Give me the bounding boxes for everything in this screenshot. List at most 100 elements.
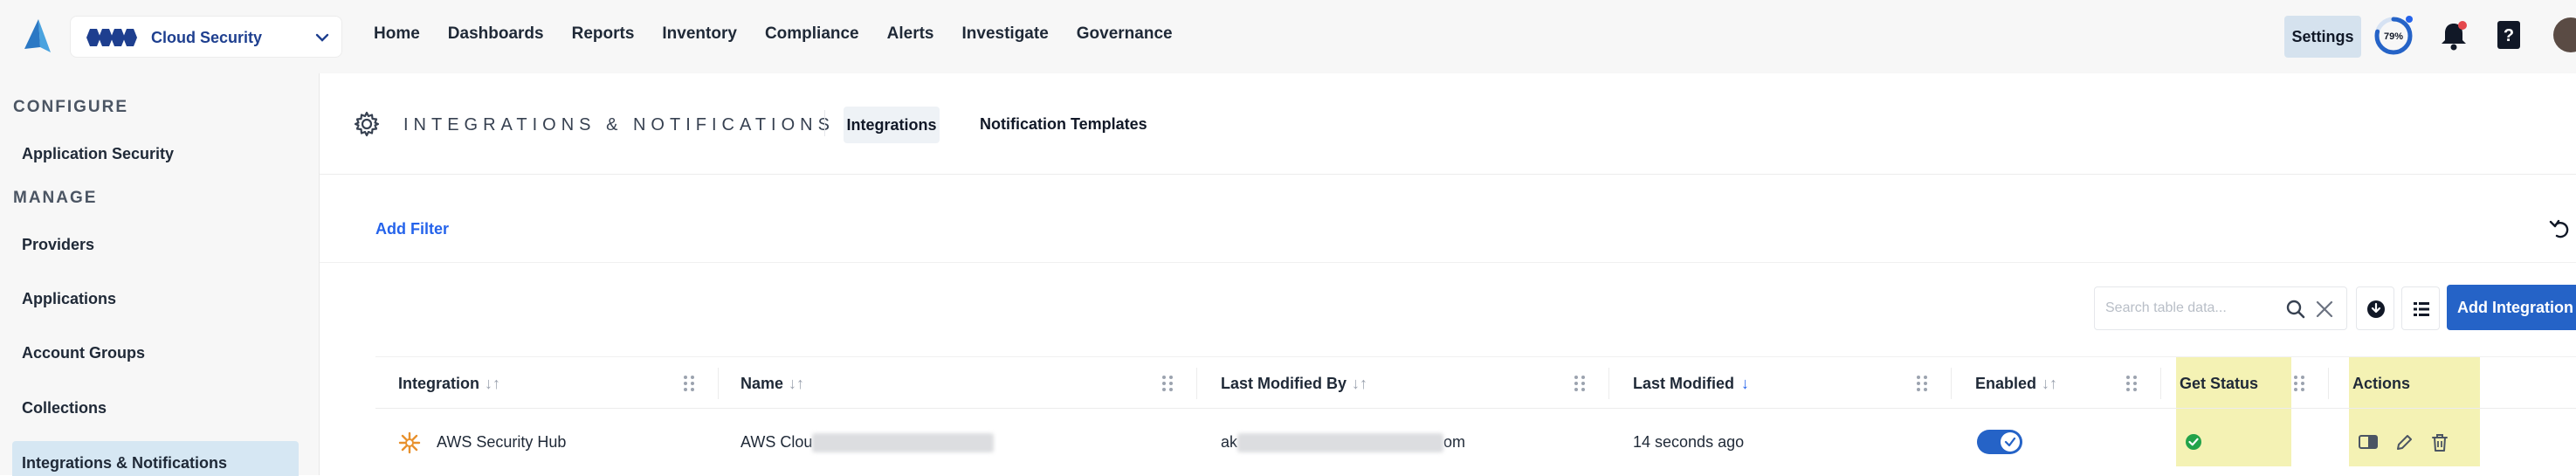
user-avatar[interactable] bbox=[2553, 17, 2576, 52]
sort-icon[interactable]: ↓↑ bbox=[789, 375, 804, 392]
download-icon bbox=[2367, 300, 2385, 318]
aws-security-hub-icon bbox=[398, 431, 421, 454]
column-divider bbox=[1196, 368, 1197, 399]
tab-notification-templates[interactable]: Notification Templates bbox=[980, 115, 1147, 134]
tab-integrations[interactable]: Integrations bbox=[844, 107, 940, 143]
svg-text:?: ? bbox=[2504, 26, 2514, 45]
sidebar-item-account-groups[interactable]: Account Groups bbox=[22, 344, 145, 362]
app-logo-icon[interactable] bbox=[19, 17, 54, 56]
enabled-toggle[interactable] bbox=[1977, 430, 2022, 454]
settings-button[interactable]: Settings bbox=[2284, 16, 2361, 58]
tenant-selector[interactable]: Cloud Security bbox=[70, 16, 342, 58]
view-details-icon[interactable] bbox=[2358, 433, 2379, 451]
col-header-name-label: Name bbox=[740, 375, 784, 392]
columns-list-icon bbox=[2414, 302, 2429, 316]
sidebar-heading-configure: CONFIGURE bbox=[13, 98, 128, 116]
notification-dot-icon bbox=[2458, 21, 2467, 30]
status-ok-icon[interactable] bbox=[2185, 433, 2202, 451]
nav-dashboards[interactable]: Dashboards bbox=[448, 24, 544, 44]
top-navigation-bar: Cloud Security Home Dashboards Reports I… bbox=[0, 0, 2576, 73]
add-integration-button[interactable]: Add Integration bbox=[2447, 285, 2576, 330]
nav-reports[interactable]: Reports bbox=[572, 24, 635, 44]
cell-name: AWS Clou bbox=[740, 409, 995, 475]
col-header-integration-label: Integration bbox=[398, 375, 479, 392]
edit-pencil-icon[interactable] bbox=[2394, 433, 2414, 452]
col-header-enabled[interactable]: Enabled ↓↑ bbox=[1975, 357, 2057, 410]
table-row[interactable]: AWS Security Hub AWS Clou ak om 14 second… bbox=[375, 409, 2576, 475]
col-header-integration[interactable]: Integration ↓↑ bbox=[398, 357, 500, 410]
col-header-enabled-label: Enabled bbox=[1975, 375, 2037, 392]
table-header: Integration ↓↑ Name ↓↑ Last Modified By ↓↑ … bbox=[375, 356, 2576, 409]
cell-last-modified: 14 seconds ago bbox=[1633, 433, 1745, 451]
col-header-get-status[interactable]: Get Status bbox=[2180, 357, 2258, 410]
tenant-logo-icon bbox=[86, 29, 137, 46]
col-header-last-modified-label: Last Modified bbox=[1633, 375, 1734, 392]
sort-icon[interactable]: ↓↑ bbox=[1352, 375, 1367, 392]
download-button[interactable] bbox=[2356, 286, 2394, 330]
nav-inventory[interactable]: Inventory bbox=[662, 24, 737, 44]
search-icon[interactable] bbox=[2285, 299, 2306, 320]
drag-handle-icon[interactable] bbox=[1574, 374, 1586, 393]
col-header-last-modified-by[interactable]: Last Modified By ↓↑ bbox=[1221, 357, 1367, 410]
cell-modified-by-suffix: om bbox=[1443, 433, 1466, 451]
delete-trash-icon[interactable] bbox=[2431, 433, 2449, 452]
drag-handle-icon[interactable] bbox=[1916, 374, 1928, 393]
sidebar-item-applications[interactable]: Applications bbox=[22, 290, 116, 308]
reset-undo-icon[interactable] bbox=[2548, 217, 2573, 241]
nav-home[interactable]: Home bbox=[374, 24, 420, 44]
sidebar-item-collections[interactable]: Collections bbox=[22, 399, 107, 417]
column-divider bbox=[1951, 368, 1952, 399]
help-book-icon[interactable]: ? bbox=[2496, 19, 2522, 51]
column-divider bbox=[718, 368, 719, 399]
cell-modified-by-prefix: ak bbox=[1221, 433, 1238, 451]
progress-ring[interactable]: 79% bbox=[2372, 14, 2415, 58]
column-divider bbox=[2160, 368, 2161, 399]
redacted-text bbox=[812, 433, 995, 453]
nav-governance[interactable]: Governance bbox=[1077, 24, 1173, 44]
gear-icon bbox=[354, 111, 380, 137]
filter-divider bbox=[320, 262, 2576, 263]
sidebar: CONFIGURE Application Security MANAGE Pr… bbox=[0, 73, 320, 476]
sort-icon[interactable]: ↓↑ bbox=[485, 375, 500, 392]
drag-handle-icon[interactable] bbox=[1161, 374, 1174, 393]
search-input[interactable] bbox=[2104, 298, 2278, 319]
clear-search-icon[interactable] bbox=[2315, 300, 2334, 319]
page-header: INTEGRATIONS & NOTIFICATIONS Integration… bbox=[320, 73, 2576, 175]
col-header-actions: Actions bbox=[2352, 357, 2410, 410]
nav-alerts[interactable]: Alerts bbox=[887, 24, 934, 44]
sidebar-heading-manage: MANAGE bbox=[13, 189, 98, 207]
drag-handle-icon[interactable] bbox=[683, 374, 695, 393]
cell-name-text: AWS Clou bbox=[740, 433, 813, 451]
col-header-name[interactable]: Name ↓↑ bbox=[740, 357, 804, 410]
tenant-label: Cloud Security bbox=[151, 29, 263, 46]
table-search bbox=[2094, 286, 2347, 330]
sidebar-item-integrations-notifications[interactable]: Integrations & Notifications bbox=[22, 454, 227, 473]
col-header-last-modified[interactable]: Last Modified ↓ bbox=[1633, 357, 1749, 410]
nav-compliance[interactable]: Compliance bbox=[765, 24, 859, 44]
col-header-get-status-label: Get Status bbox=[2180, 375, 2259, 392]
column-divider bbox=[1608, 368, 1609, 399]
page-title: INTEGRATIONS & NOTIFICATIONS bbox=[403, 115, 835, 135]
redacted-text bbox=[1237, 433, 1444, 453]
bell-icon[interactable] bbox=[2438, 19, 2469, 52]
column-settings-button[interactable] bbox=[2401, 286, 2440, 330]
nav-investigate[interactable]: Investigate bbox=[962, 24, 1049, 44]
sidebar-item-application-security[interactable]: Application Security bbox=[22, 145, 174, 163]
main-nav: Home Dashboards Reports Inventory Compli… bbox=[374, 24, 1201, 44]
chevron-down-icon bbox=[315, 33, 329, 42]
header-divider bbox=[824, 110, 825, 136]
drag-handle-icon[interactable] bbox=[2125, 374, 2138, 393]
cell-integration: AWS Security Hub bbox=[437, 433, 567, 451]
sort-icon[interactable]: ↓↑ bbox=[2042, 375, 2057, 392]
progress-text: 79% bbox=[2384, 31, 2403, 42]
column-divider bbox=[2328, 368, 2329, 399]
drag-handle-icon[interactable] bbox=[2293, 374, 2305, 393]
sort-descending-icon[interactable]: ↓ bbox=[1741, 375, 1749, 392]
toggle-knob bbox=[2001, 432, 2020, 452]
add-filter-link[interactable]: Add Filter bbox=[375, 220, 449, 238]
cell-last-modified-by: ak om bbox=[1221, 409, 1465, 475]
check-icon bbox=[2004, 437, 2016, 447]
sidebar-item-providers[interactable]: Providers bbox=[22, 236, 94, 254]
progress-dot-icon bbox=[2406, 16, 2413, 23]
col-header-last-modified-by-label: Last Modified By bbox=[1221, 375, 1347, 392]
